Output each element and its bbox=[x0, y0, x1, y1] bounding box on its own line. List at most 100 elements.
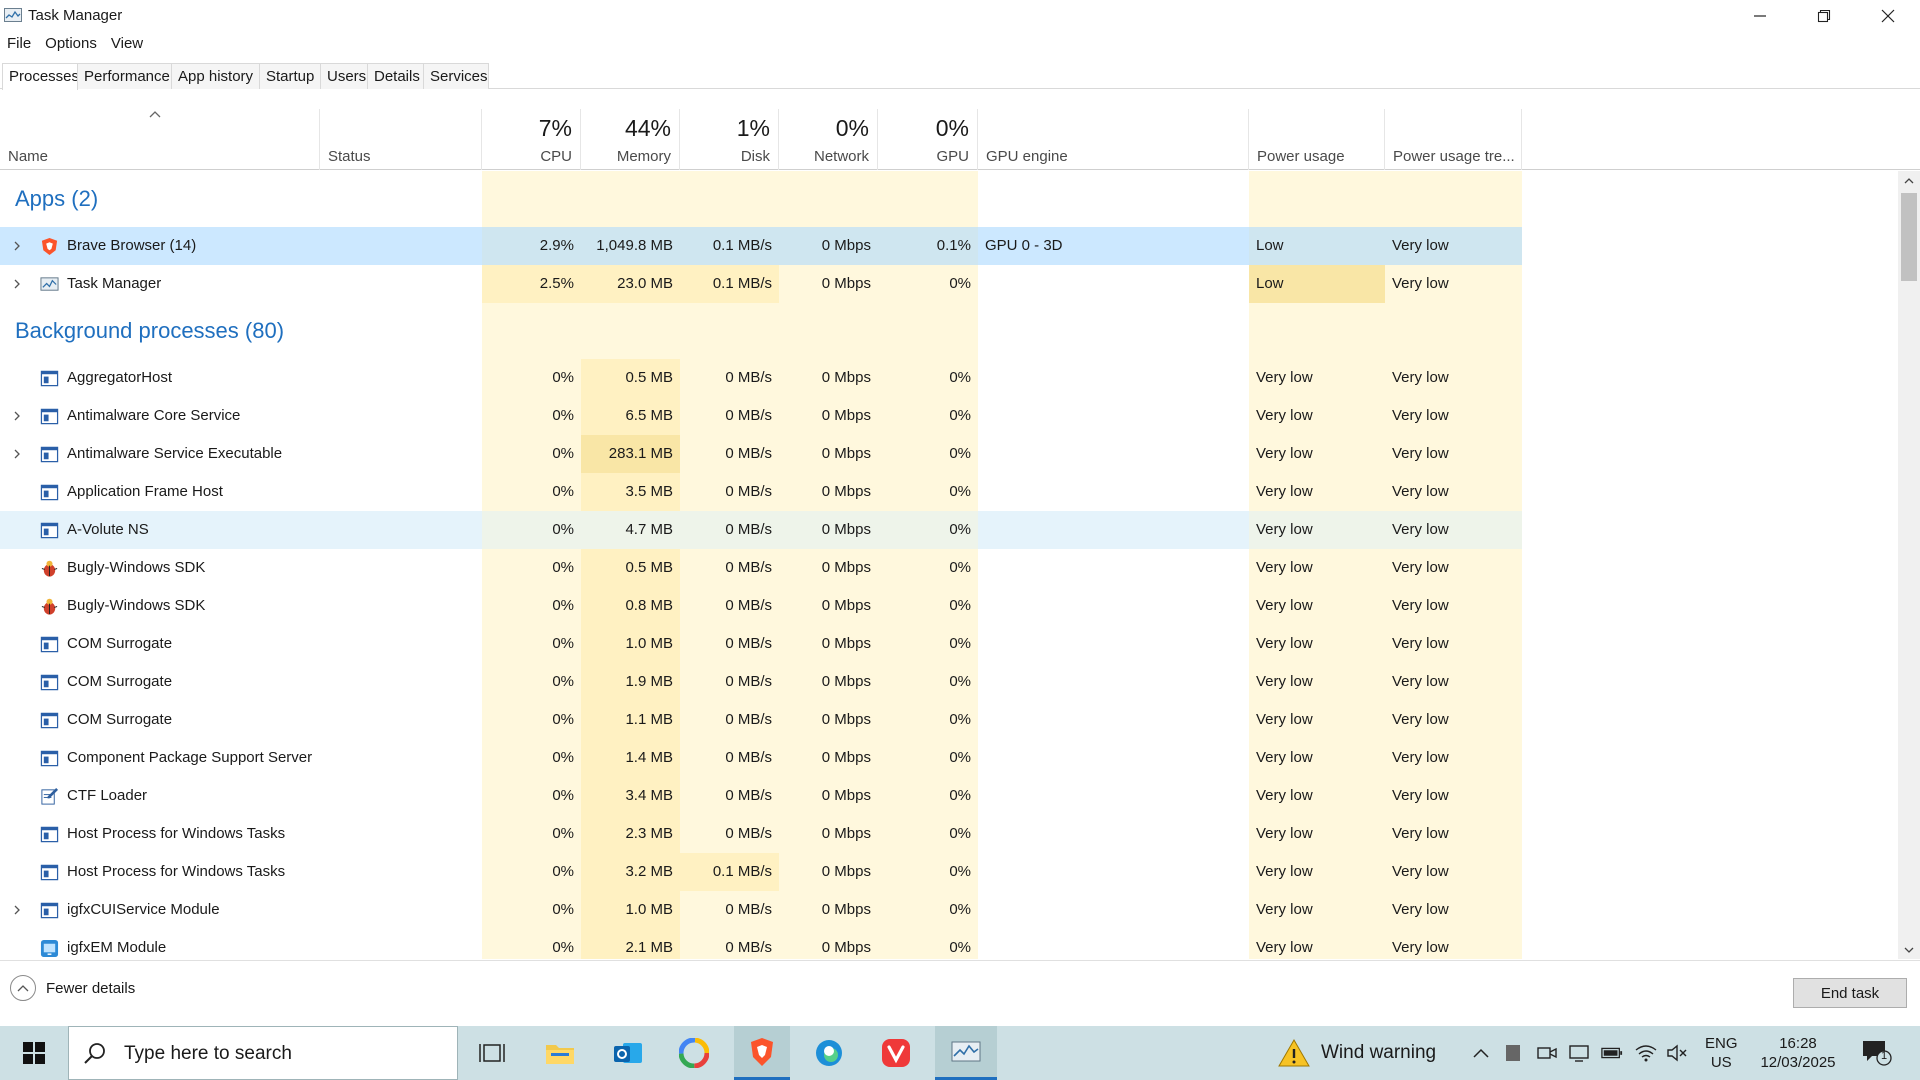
process-row[interactable]: CTF Loader 0% 3.4 MB 0 MB/s 0 Mbps 0% Very low… bbox=[0, 777, 1522, 815]
tab-processes[interactable]: Processes bbox=[2, 63, 79, 90]
chevron-right-icon[interactable] bbox=[11, 240, 23, 252]
column-power-usage[interactable]: Power usage bbox=[1249, 109, 1385, 170]
notification-center-button[interactable]: 1 bbox=[1862, 1040, 1892, 1066]
menu-bar: File Options View bbox=[0, 32, 150, 56]
chevron-right-icon[interactable] bbox=[11, 448, 23, 460]
tab-app-history[interactable]: App history bbox=[171, 63, 260, 89]
process-row[interactable]: Host Process for Windows Tasks 0% 2.3 MB 0 … bbox=[0, 815, 1522, 853]
colorful-app-button[interactable] bbox=[666, 1026, 722, 1080]
clock[interactable]: 16:28 12/03/2025 bbox=[1752, 1034, 1844, 1072]
column-disk[interactable]: 1% Disk bbox=[680, 109, 779, 170]
cell-cpu: 0% bbox=[482, 549, 581, 587]
process-row[interactable]: Host Process for Windows Tasks 0% 3.2 MB 0.… bbox=[0, 853, 1522, 891]
cell-network: 0 Mbps bbox=[779, 587, 878, 625]
menu-view[interactable]: View bbox=[104, 32, 150, 56]
collapse-icon bbox=[10, 975, 36, 1001]
restore-button[interactable] bbox=[1792, 0, 1856, 32]
edge-button[interactable] bbox=[801, 1026, 857, 1080]
process-row[interactable]: igfxCUIService Module 0% 1.0 MB 0 MB/s 0 Mbp… bbox=[0, 891, 1522, 929]
cell-disk: 0.1 MB/s bbox=[680, 227, 779, 265]
process-row[interactable]: A-Volute NS 0% 4.7 MB 0 MB/s 0 Mbps 0% Very lo… bbox=[0, 511, 1522, 549]
menu-options[interactable]: Options bbox=[38, 32, 104, 56]
network-button[interactable] bbox=[1635, 1042, 1657, 1064]
column-cpu[interactable]: 7% CPU bbox=[482, 109, 581, 170]
column-gpu-engine[interactable]: GPU engine bbox=[978, 109, 1249, 170]
column-network[interactable]: 0% Network bbox=[779, 109, 878, 170]
process-name: Host Process for Windows Tasks bbox=[67, 825, 286, 842]
tab-users[interactable]: Users bbox=[320, 63, 368, 89]
chevron-right-icon[interactable] bbox=[11, 410, 23, 422]
screen-capture-button[interactable] bbox=[1568, 1042, 1590, 1064]
window-process-icon bbox=[40, 408, 59, 425]
process-row[interactable]: AggregatorHost 0% 0.5 MB 0 MB/s 0 Mbps 0% Very… bbox=[0, 359, 1522, 397]
meet-now-button[interactable] bbox=[1536, 1042, 1558, 1064]
tray-app-button[interactable] bbox=[1502, 1042, 1524, 1064]
cell-cpu: 2.5% bbox=[482, 265, 581, 303]
brave-taskbar-button[interactable] bbox=[734, 1026, 790, 1080]
column-memory[interactable]: 44% Memory bbox=[581, 109, 680, 170]
cell-gpu: 0% bbox=[878, 625, 978, 663]
cell-power-trend: Very low bbox=[1385, 815, 1522, 853]
cell-gpu: 0% bbox=[878, 265, 978, 303]
battery-button[interactable] bbox=[1601, 1042, 1623, 1064]
show-hidden-icons-button[interactable] bbox=[1470, 1042, 1492, 1064]
task-manager-taskbar-button[interactable] bbox=[935, 1026, 997, 1080]
scroll-down-button[interactable] bbox=[1898, 941, 1920, 959]
column-power-trend[interactable]: Power usage tre... bbox=[1385, 109, 1522, 170]
vivaldi-button[interactable] bbox=[868, 1026, 924, 1080]
minimize-button[interactable] bbox=[1728, 0, 1792, 32]
process-row[interactable]: igfxEM Module 0% 2.1 MB 0 MB/s 0 Mbps 0% Very … bbox=[0, 929, 1522, 959]
process-row[interactable]: Application Frame Host 0% 3.5 MB 0 MB/s 0 Mb… bbox=[0, 473, 1522, 511]
search-icon bbox=[84, 1043, 105, 1064]
cell-gpu: 0% bbox=[878, 929, 978, 959]
process-row[interactable]: Antimalware Service Executable 0% 283.1 MB… bbox=[0, 435, 1522, 473]
end-task-button[interactable]: End task bbox=[1793, 978, 1907, 1008]
cell-network: 0 Mbps bbox=[779, 227, 878, 265]
fewer-details-toggle[interactable]: Fewer details bbox=[10, 975, 135, 1001]
menu-file[interactable]: File bbox=[0, 32, 38, 56]
taskbar-search-box[interactable]: Type here to search bbox=[68, 1026, 458, 1080]
column-name[interactable]: Name bbox=[0, 109, 320, 170]
cell-power-trend: Very low bbox=[1385, 663, 1522, 701]
column-gpu[interactable]: 0% GPU bbox=[878, 109, 978, 170]
column-memory-label: Memory bbox=[616, 148, 671, 165]
task-view-button[interactable] bbox=[464, 1026, 520, 1080]
process-row[interactable]: COM Surrogate 0% 1.1 MB 0 MB/s 0 Mbps 0% Very … bbox=[0, 701, 1522, 739]
tab-startup[interactable]: Startup bbox=[259, 63, 321, 89]
group-cell-disk bbox=[680, 171, 779, 227]
close-button[interactable] bbox=[1856, 0, 1920, 32]
cell-power: Very low bbox=[1249, 359, 1385, 397]
tab-performance[interactable]: Performance bbox=[77, 63, 172, 89]
process-row[interactable]: Antimalware Core Service 0% 6.5 MB 0 MB/s 0 … bbox=[0, 397, 1522, 435]
process-row[interactable]: Bugly-Windows SDK 0% 0.8 MB 0 MB/s 0 Mbps 0% V… bbox=[0, 587, 1522, 625]
volume-button[interactable] bbox=[1667, 1042, 1689, 1064]
cell-disk: 0 MB/s bbox=[680, 625, 779, 663]
input-language-indicator[interactable]: ENG US bbox=[1705, 1034, 1738, 1072]
app-row[interactable]: Brave Browser (14) 2.9% 1,049.8 MB 0.1 MB/s… bbox=[0, 227, 1522, 265]
scroll-up-button[interactable] bbox=[1898, 171, 1920, 189]
vertical-scrollbar[interactable] bbox=[1898, 171, 1920, 959]
group-cell-gpu-engine bbox=[978, 303, 1249, 359]
cell-gpu-engine bbox=[978, 929, 1249, 959]
app-row[interactable]: Task Manager 2.5% 23.0 MB 0.1 MB/s 0 Mbps 0% L… bbox=[0, 265, 1522, 303]
process-row[interactable]: COM Surrogate 0% 1.9 MB 0 MB/s 0 Mbps 0% Very … bbox=[0, 663, 1522, 701]
cell-gpu: 0% bbox=[878, 891, 978, 929]
window-process-icon bbox=[40, 674, 59, 691]
chevron-right-icon[interactable] bbox=[11, 904, 23, 916]
file-explorer-button[interactable] bbox=[532, 1026, 588, 1080]
chevron-right-icon[interactable] bbox=[11, 278, 23, 290]
tab-details[interactable]: Details bbox=[367, 63, 424, 89]
process-row[interactable]: Bugly-Windows SDK 0% 0.5 MB 0 MB/s 0 Mbps 0% V… bbox=[0, 549, 1522, 587]
weather-widget[interactable]: Wind warning bbox=[1277, 1038, 1436, 1068]
notification-count: 1 bbox=[1880, 1050, 1888, 1062]
cell-gpu: 0.1% bbox=[878, 227, 978, 265]
start-button[interactable] bbox=[0, 1026, 68, 1080]
process-row[interactable]: COM Surrogate 0% 1.0 MB 0 MB/s 0 Mbps 0% Very … bbox=[0, 625, 1522, 663]
cell-disk: 0 MB/s bbox=[680, 663, 779, 701]
column-status[interactable]: Status bbox=[320, 109, 482, 170]
tab-services[interactable]: Services bbox=[423, 63, 489, 89]
outlook-button[interactable] bbox=[600, 1026, 656, 1080]
process-row[interactable]: Component Package Support Server 0% 1.4 MB… bbox=[0, 739, 1522, 777]
bug-icon bbox=[41, 598, 58, 615]
scrollbar-thumb[interactable] bbox=[1901, 193, 1917, 281]
